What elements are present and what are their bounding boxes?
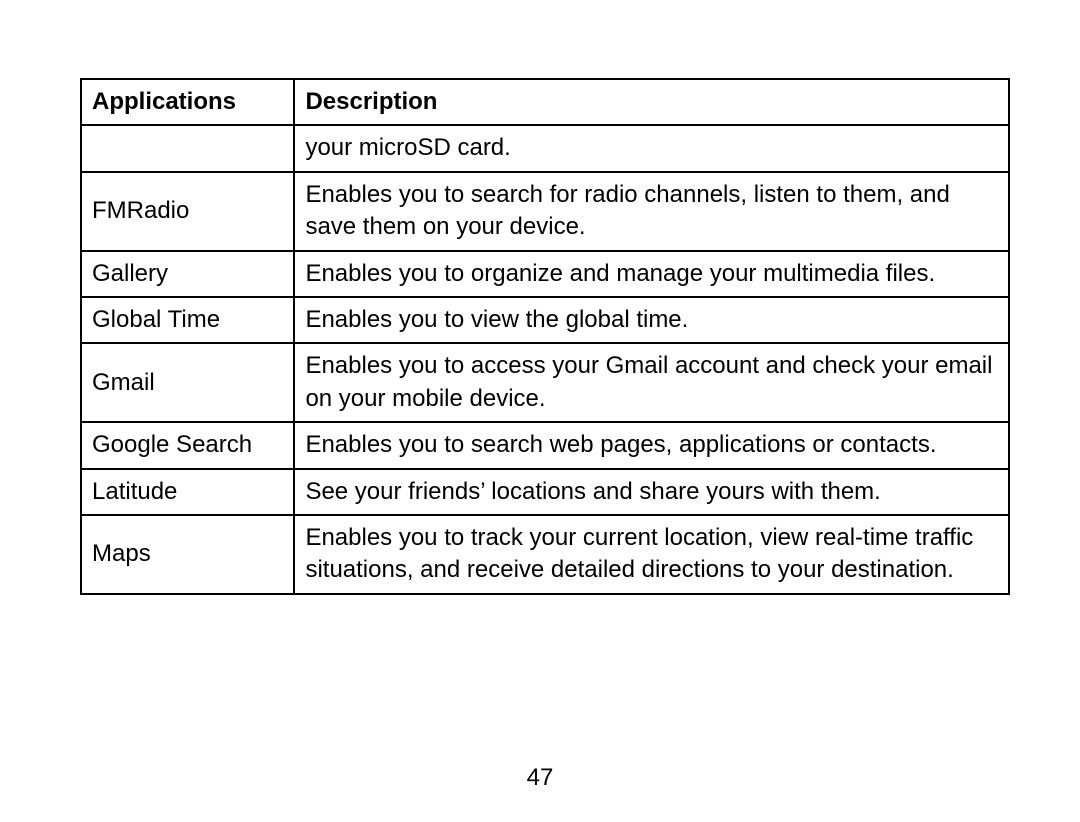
table-row: Maps Enables you to track your current l…	[81, 515, 1009, 594]
table-row: Latitude See your friends’ locations and…	[81, 469, 1009, 515]
table-row: Gallery Enables you to organize and mana…	[81, 251, 1009, 297]
cell-app: Global Time	[81, 297, 294, 343]
table-header-row: Applications Description	[81, 79, 1009, 125]
cell-app: Maps	[81, 515, 294, 594]
table-row: Global Time Enables you to view the glob…	[81, 297, 1009, 343]
header-applications: Applications	[81, 79, 294, 125]
table-row: Google Search Enables you to search web …	[81, 422, 1009, 468]
table-row: FMRadio Enables you to search for radio …	[81, 172, 1009, 251]
cell-desc: Enables you to view the global time.	[294, 297, 1009, 343]
cell-desc: your microSD card.	[294, 125, 1009, 171]
cell-app: Latitude	[81, 469, 294, 515]
applications-table: Applications Description your microSD ca…	[80, 78, 1010, 595]
cell-app: FMRadio	[81, 172, 294, 251]
header-description: Description	[294, 79, 1009, 125]
document-page: Applications Description your microSD ca…	[0, 0, 1080, 595]
cell-desc: Enables you to track your current locati…	[294, 515, 1009, 594]
cell-desc: Enables you to search for radio channels…	[294, 172, 1009, 251]
cell-desc: Enables you to organize and manage your …	[294, 251, 1009, 297]
cell-desc: Enables you to access your Gmail account…	[294, 343, 1009, 422]
cell-app: Google Search	[81, 422, 294, 468]
cell-desc: See your friends’ locations and share yo…	[294, 469, 1009, 515]
table-row: your microSD card.	[81, 125, 1009, 171]
cell-app	[81, 125, 294, 171]
table-row: Gmail Enables you to access your Gmail a…	[81, 343, 1009, 422]
cell-desc: Enables you to search web pages, applica…	[294, 422, 1009, 468]
page-number: 47	[0, 764, 1080, 792]
cell-app: Gmail	[81, 343, 294, 422]
cell-app: Gallery	[81, 251, 294, 297]
